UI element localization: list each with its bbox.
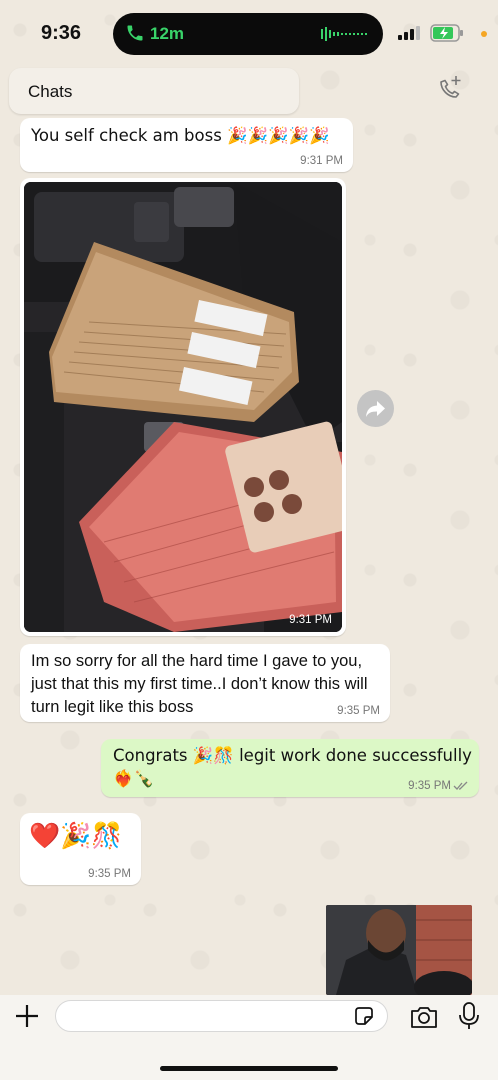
photo-time: 9:31 PM (289, 614, 332, 626)
home-indicator (160, 1066, 338, 1071)
forward-button[interactable] (357, 390, 394, 427)
plus-icon[interactable] (14, 1003, 40, 1029)
clock: 9:36 (41, 22, 82, 44)
sticker-icon[interactable] (353, 1005, 375, 1027)
message-input[interactable] (55, 1000, 388, 1032)
privacy-indicator-dot (481, 31, 487, 37)
incoming-message[interactable]: You self check am boss 🎉🎉🎉🎉🎉 9:31 PM (20, 118, 353, 172)
message-time: 9:35 PM (408, 780, 451, 792)
message-time: 9:35 PM (88, 868, 131, 880)
chats-label: Chats (28, 82, 73, 101)
money-photo[interactable]: 9:31 PM (24, 182, 342, 632)
audio-wave-icon (321, 27, 367, 41)
incoming-message[interactable]: ❤️🎉🎊 9:35 PM (20, 813, 141, 885)
video-call-thumbnail[interactable] (326, 905, 472, 995)
incoming-photo-message[interactable]: 9:31 PM (20, 178, 346, 636)
outgoing-message[interactable]: Congrats 🎉🎊 legit work done successfully… (101, 739, 479, 797)
message-text: ❤️🎉🎊 (29, 821, 123, 850)
message-text: Im so sorry for all the hard time I gave… (31, 652, 368, 716)
chats-back-button[interactable]: Chats (9, 68, 299, 114)
status-bar: 9:36 12m (0, 0, 498, 66)
read-ticks-icon (453, 781, 468, 790)
message-time: 9:35 PM (337, 705, 380, 717)
composer-bar (0, 995, 498, 1080)
message-line-1: Congrats 🎉🎊 legit work done successfully (113, 746, 472, 765)
forward-icon (366, 401, 385, 417)
photo-illustration (24, 182, 342, 632)
phone-icon (127, 25, 143, 41)
signal-icon (398, 26, 420, 40)
incoming-message[interactable]: Im so sorry for all the hard time I gave… (20, 644, 390, 722)
battery-icon (430, 24, 463, 42)
message-text: You self check am boss 🎉🎉🎉🎉🎉 (31, 126, 330, 145)
camera-icon[interactable] (409, 1004, 439, 1030)
call-duration: 12m (150, 24, 185, 43)
mic-icon[interactable] (458, 1001, 480, 1031)
message-time: 9:31 PM (300, 155, 343, 167)
active-call-pill[interactable]: 12m (113, 13, 383, 55)
phone-plus-icon[interactable] (434, 74, 464, 104)
video-feed-image (326, 905, 472, 995)
